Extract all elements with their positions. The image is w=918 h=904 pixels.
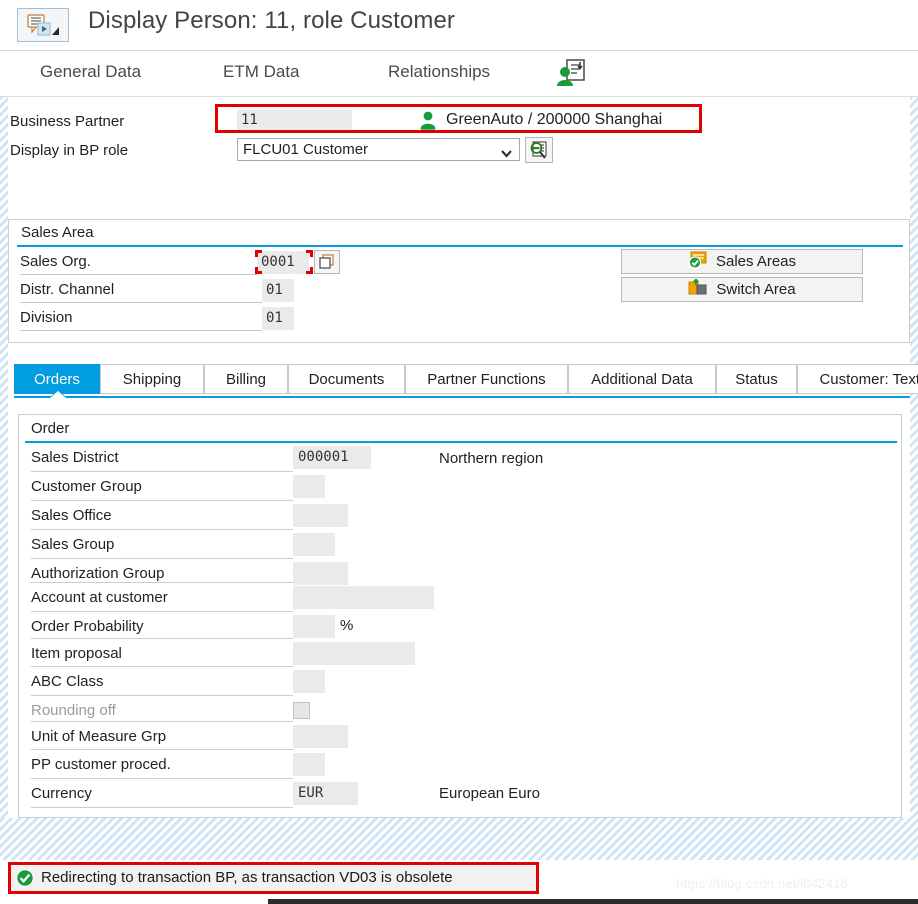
search-list-icon[interactable] [525, 137, 553, 163]
division-underline [20, 330, 262, 331]
tab-shipping[interactable]: Shipping [100, 364, 204, 394]
unit-of-measure-grp-input[interactable] [293, 725, 348, 748]
tab-strip: Orders Shipping Billing Documents Partne… [14, 364, 918, 394]
sales-areas-button[interactable]: Sales Areas [621, 249, 863, 274]
bottom-stripe-filler [0, 818, 918, 860]
sales-group-input[interactable] [293, 533, 335, 556]
switch-area-button[interactable]: Switch Area [621, 277, 863, 302]
sales-district-description: Northern region [439, 450, 544, 467]
bottom-edge [0, 899, 918, 904]
currency-description: European Euro [439, 785, 540, 802]
title-bar: Display Person: 11, role Customer [0, 0, 918, 51]
division-input[interactable]: 01 [262, 307, 294, 330]
menu-bubble-icon[interactable] [17, 8, 69, 42]
abc-class-input[interactable] [293, 670, 325, 693]
tab-partner-functions[interactable]: Partner Functions [405, 364, 568, 394]
sales-org-input[interactable]: 0001 [257, 251, 309, 274]
bp-role-label: Display in BP role [10, 142, 129, 159]
division-label: Division [20, 309, 73, 326]
currency-label: Currency [31, 785, 92, 802]
tab-documents[interactable]: Documents [288, 364, 405, 394]
distr-channel-underline [20, 302, 262, 303]
account-at-customer-label: Account at customer [31, 589, 168, 606]
order-probability-label: Order Probability [31, 618, 144, 635]
item-proposal-input[interactable] [293, 642, 415, 665]
left-stripe-margin [0, 97, 8, 818]
order-section-title: Order [31, 420, 70, 437]
sales-office-input[interactable] [293, 504, 348, 527]
tab-customer-texts[interactable]: Customer: Texts [797, 364, 918, 394]
item-proposal-label: Item proposal [31, 645, 122, 662]
sales-area-title: Sales Area [21, 224, 94, 241]
business-partner-description: GreenAuto / 200000 Shanghai [446, 111, 663, 128]
authorization-group-label: Authorization Group [31, 565, 165, 582]
tab-additional-data[interactable]: Additional Data [568, 364, 716, 394]
tab-active-caret [50, 391, 66, 398]
sales-group-label: Sales Group [31, 536, 115, 553]
person-document-icon[interactable] [556, 59, 586, 87]
nav-bar: General Data ETM Data Relationships [0, 51, 918, 97]
distr-channel-input[interactable]: 01 [262, 279, 294, 302]
account-at-customer-input[interactable] [293, 586, 434, 609]
customer-group-input[interactable] [293, 475, 325, 498]
business-partner-label: Business Partner [10, 113, 125, 130]
abc-class-label: ABC Class [31, 673, 104, 690]
sales-area-rule [17, 245, 903, 247]
order-section-rule [25, 441, 897, 443]
watermark: https://blog.csdn.net/i042416 [676, 876, 849, 891]
tab-status[interactable]: Status [716, 364, 797, 394]
order-probability-input[interactable] [293, 615, 335, 638]
currency-input[interactable]: EUR [293, 782, 358, 805]
sales-org-underline [20, 274, 257, 275]
copy-icon[interactable] [314, 250, 340, 274]
pp-customer-proced-input[interactable] [293, 753, 325, 776]
business-partner-input[interactable]: 11 [237, 110, 352, 130]
unit-of-measure-grp-label: Unit of Measure Grp [31, 728, 167, 745]
sales-district-input[interactable]: 000001 [293, 446, 371, 469]
tab-billing[interactable]: Billing [204, 364, 288, 394]
order-probability-percent: % [340, 617, 354, 634]
nav-item-general-data[interactable]: General Data [40, 62, 141, 82]
tab-underline [14, 396, 910, 398]
sales-org-label: Sales Org. [20, 253, 91, 270]
person-icon [418, 110, 438, 130]
sales-district-label: Sales District [31, 449, 119, 466]
chevron-down-icon [500, 144, 513, 165]
switch-area-label: Switch Area [716, 281, 796, 298]
pp-customer-proced-label: PP customer proced. [31, 756, 171, 773]
sap-screen: Display Person: 11, role Customer Genera… [0, 0, 918, 904]
bp-role-value: FLCU01 Customer [243, 141, 369, 158]
success-check-icon [16, 869, 34, 887]
authorization-group-input[interactable] [293, 562, 348, 585]
rounding-off-checkbox [293, 702, 310, 719]
switch-area-icon [688, 277, 708, 301]
nav-item-relationships[interactable]: Relationships [388, 62, 490, 82]
page-title: Display Person: 11, role Customer [88, 7, 456, 34]
customer-group-label: Customer Group [31, 478, 142, 495]
bp-role-select[interactable]: FLCU01 Customer [237, 138, 520, 161]
nav-item-etm-data[interactable]: ETM Data [223, 62, 300, 82]
sales-areas-label: Sales Areas [715, 253, 797, 270]
distr-channel-label: Distr. Channel [20, 281, 115, 298]
sales-areas-icon [688, 251, 708, 273]
rounding-off-label: Rounding off [31, 702, 116, 719]
right-stripe-margin [910, 97, 918, 818]
status-message: Redirecting to transaction BP, as transa… [41, 869, 453, 886]
sales-office-label: Sales Office [31, 507, 112, 524]
